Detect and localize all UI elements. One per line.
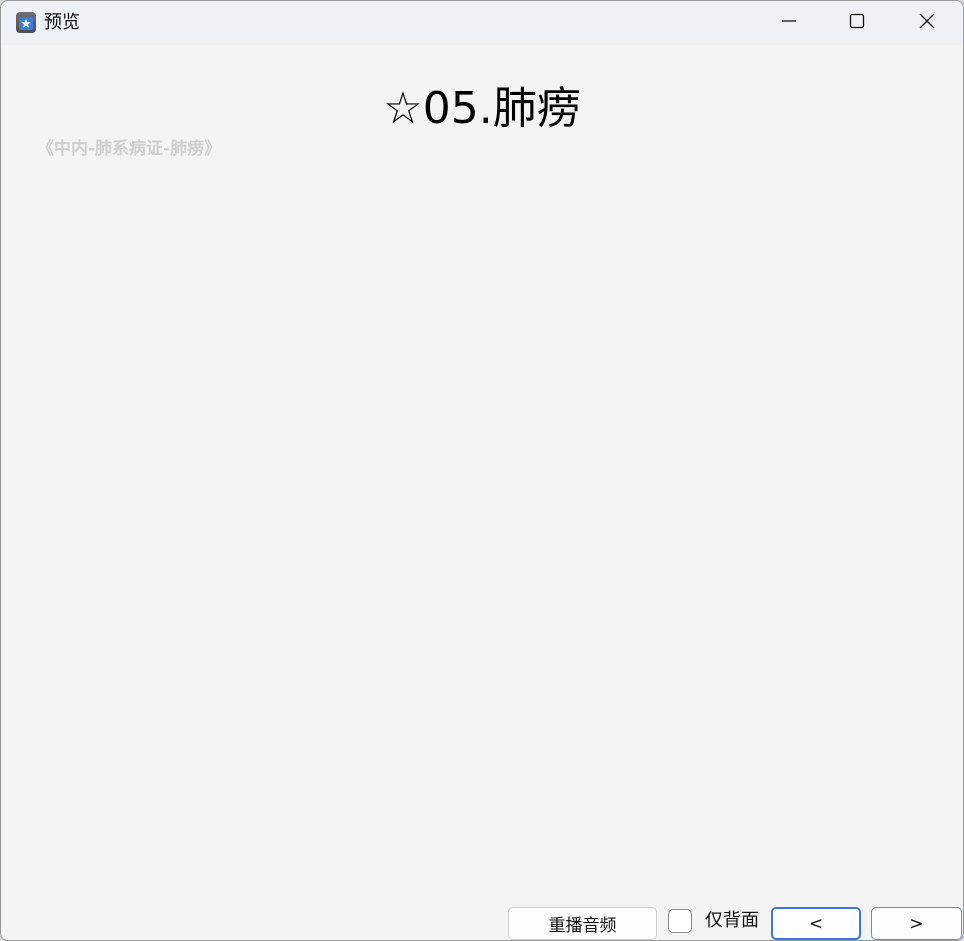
previous-card-button[interactable]: < [771,907,861,940]
replay-audio-button[interactable]: 重播音频 [508,907,657,940]
bottom-toolbar: 重播音频 仅背面 < > [1,907,963,940]
minimize-icon [781,13,797,33]
close-icon [918,12,936,34]
preview-window: 预览 ☆05.肺痨 《中内-肺系病证-肺痨》 重播音频 仅背面 < > [0,0,964,941]
maximize-icon [849,13,865,33]
minimize-button[interactable] [755,1,823,45]
back-only-checkbox[interactable] [668,909,692,933]
deck-path: 《中内-肺系病证-肺痨》 [37,139,222,159]
title-bar[interactable]: 预览 [1,1,963,45]
maximize-button[interactable] [823,1,891,45]
app-icon [16,12,36,33]
window-title: 预览 [44,12,80,33]
back-only-label: 仅背面 [705,910,759,931]
card-title: ☆05.肺痨 [383,83,581,134]
next-card-button[interactable]: > [871,907,962,940]
close-button[interactable] [893,1,961,45]
card-preview-area: ☆05.肺痨 《中内-肺系病证-肺痨》 重播音频 仅背面 < > [1,45,963,940]
